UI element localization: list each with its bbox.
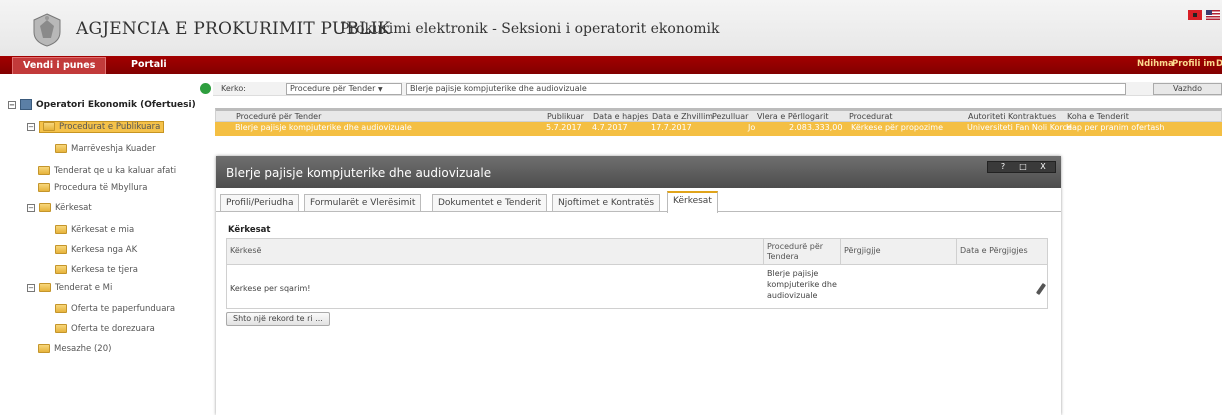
us-flag-icon[interactable]: [1206, 10, 1220, 20]
folder-icon: [43, 122, 55, 131]
modal-tabs: Profili/Periudha Formularët e Vlerësimit…: [216, 191, 1061, 213]
collapse-icon[interactable]: −: [27, 283, 35, 292]
nav-tab-workplace[interactable]: Vendi i punes: [12, 57, 107, 74]
tree-item-closed-procedures[interactable]: Procedura të Mbyllura: [38, 181, 147, 196]
operator-icon: [20, 99, 32, 110]
albania-flag-icon[interactable]: [1188, 10, 1202, 20]
col-answer[interactable]: Përgjigjje: [840, 239, 956, 265]
continue-button[interactable]: Vazhdo: [1153, 83, 1222, 95]
close-icon[interactable]: X: [1034, 163, 1052, 172]
grid-col-procedure[interactable]: Procedurë për Tender: [236, 112, 321, 121]
tender-modal: Blerje pajisje kompjuterike dhe audioviz…: [216, 156, 1061, 415]
grid-header: Procedurë për Tender Publikuar Data e ha…: [215, 108, 1222, 122]
folder-icon: [38, 166, 50, 175]
tab-contract-notices[interactable]: Njoftimet e Kontratës: [552, 194, 661, 212]
nav-link-help[interactable]: Ndihma: [1137, 59, 1174, 69]
col-answer-date[interactable]: Data e Përgjigjes: [956, 239, 1047, 265]
modal-controls: ? □ X: [987, 161, 1056, 173]
folder-icon: [55, 144, 67, 153]
procedure-type-select[interactable]: Procedure për Tender ▼: [286, 83, 402, 95]
grid-col-procedures[interactable]: Procedurat: [849, 112, 893, 121]
grid-col-contracting-authority[interactable]: Autoriteti Kontraktues: [968, 112, 1056, 121]
table-row[interactable]: Kerkese per sqarim! Blerje pajisje kompj…: [227, 265, 1047, 309]
tree-item-unfinished-offers[interactable]: Oferta te paperfunduara: [55, 302, 175, 317]
nav-link-profile[interactable]: Profili im: [1172, 59, 1215, 69]
tree-item-expired-tenders[interactable]: Tenderat qe u ka kaluar afati: [38, 164, 176, 179]
tree-item-framework-agreement[interactable]: Marrëveshja Kuader: [55, 142, 156, 157]
folder-icon: [55, 225, 67, 234]
tree-item-requests-from-ak[interactable]: Kerkesa nga AK: [55, 243, 137, 258]
nav-tab-portal[interactable]: Portali: [121, 57, 177, 74]
chevron-down-icon: ▼: [377, 86, 383, 93]
request-text: Kerkese per sqarim!: [230, 284, 311, 293]
grid-col-estimated-value[interactable]: Vlera e Përllogarit: [757, 112, 829, 121]
folder-icon: [38, 344, 50, 353]
folder-icon: [39, 203, 51, 212]
main-nav: Vendi i punes Portali Ndihma Profili im …: [0, 56, 1222, 74]
tab-tender-documents[interactable]: Dokumentet e Tenderit: [432, 194, 548, 212]
grid-col-opening-date[interactable]: Data e hapjes: [593, 112, 648, 121]
section-title: Kërkesat: [228, 225, 271, 235]
collapse-icon[interactable]: −: [8, 100, 16, 109]
grid-col-suspended[interactable]: Pezulluar: [712, 112, 748, 121]
tree-item-submitted-offers[interactable]: Oferta te dorezuara: [55, 322, 155, 337]
nav-link-more[interactable]: D: [1216, 59, 1222, 69]
maximize-icon[interactable]: □: [1014, 163, 1032, 172]
col-procedure[interactable]: Procedurë për Tendera: [763, 239, 840, 265]
tab-requests[interactable]: Kërkesat: [667, 191, 718, 213]
grid-col-tender-time[interactable]: Koha e Tenderit: [1067, 112, 1129, 121]
modal-titlebar[interactable]: Blerje pajisje kompjuterike dhe audioviz…: [216, 156, 1061, 188]
folder-icon: [55, 304, 67, 313]
tender-grid: Procedurë për Tender Publikuar Data e ha…: [215, 108, 1222, 136]
grid-col-published[interactable]: Publikuar: [547, 112, 584, 121]
folder-icon: [39, 283, 51, 292]
collapse-icon[interactable]: −: [27, 122, 35, 131]
tree-item-my-requests[interactable]: Kërkesat e mia: [55, 223, 134, 238]
portal-subtitle: Prokurimi elektronik - Seksioni i operat…: [340, 21, 720, 37]
tree-item-my-tenders[interactable]: − Tenderat e Mi: [27, 281, 112, 296]
folder-icon: [38, 183, 50, 192]
help-icon[interactable]: ?: [994, 163, 1012, 172]
add-record-button[interactable]: Shto një rekord te ri ...: [226, 312, 330, 326]
requests-table-header: Kërkesë Procedurë për Tendera Përgjigjje…: [227, 239, 1047, 265]
col-request[interactable]: Kërkesë: [227, 239, 763, 265]
app-header: AGJENCIA E PROKURIMIT PUBLIK Prokurimi e…: [0, 0, 1222, 56]
tree-item-requests[interactable]: − Kërkesat: [27, 201, 92, 216]
refresh-icon[interactable]: [200, 83, 211, 94]
search-label: Kerko:: [221, 84, 246, 93]
tree-item-published-procedures[interactable]: − Procedurat e Publikuara: [27, 120, 165, 135]
tab-profile-period[interactable]: Profili/Periudha: [220, 194, 300, 212]
folder-icon: [55, 324, 67, 333]
collapse-icon[interactable]: −: [27, 203, 35, 212]
tree-item-messages[interactable]: Mesazhe (20): [38, 342, 111, 357]
tree-root-operator[interactable]: − Operatori Ekonomik (Ofertuesi): [8, 98, 196, 113]
search-bar: Kerko: Procedure për Tender ▼ Blerje paj…: [213, 82, 1222, 96]
tab-evaluation-forms[interactable]: Formularët e Vlerësimit: [304, 194, 422, 212]
tree-item-other-requests[interactable]: Kerkesa te tjera: [55, 263, 138, 278]
folder-icon: [55, 265, 67, 274]
coat-of-arms-logo: [33, 13, 61, 47]
folder-icon: [55, 245, 67, 254]
modal-title: Blerje pajisje kompjuterike dhe audioviz…: [226, 166, 492, 180]
table-row[interactable]: Blerje pajisje kompjuterike dhe audioviz…: [215, 122, 1222, 136]
search-input[interactable]: Blerje pajisje kompjuterike dhe audioviz…: [406, 83, 1126, 95]
grid-col-development-date[interactable]: Data e Zhvillim: [652, 112, 713, 121]
requests-table: Kërkesë Procedurë për Tendera Përgjigjje…: [226, 238, 1048, 309]
request-procedure: Blerje pajisje kompjuterike dhe audioviz…: [767, 269, 837, 300]
modal-body: Profili/Periudha Formularët e Vlerësimit…: [216, 188, 1061, 415]
sidebar-tree: − Operatori Ekonomik (Ofertuesi) − Procedu…: [0, 78, 213, 415]
